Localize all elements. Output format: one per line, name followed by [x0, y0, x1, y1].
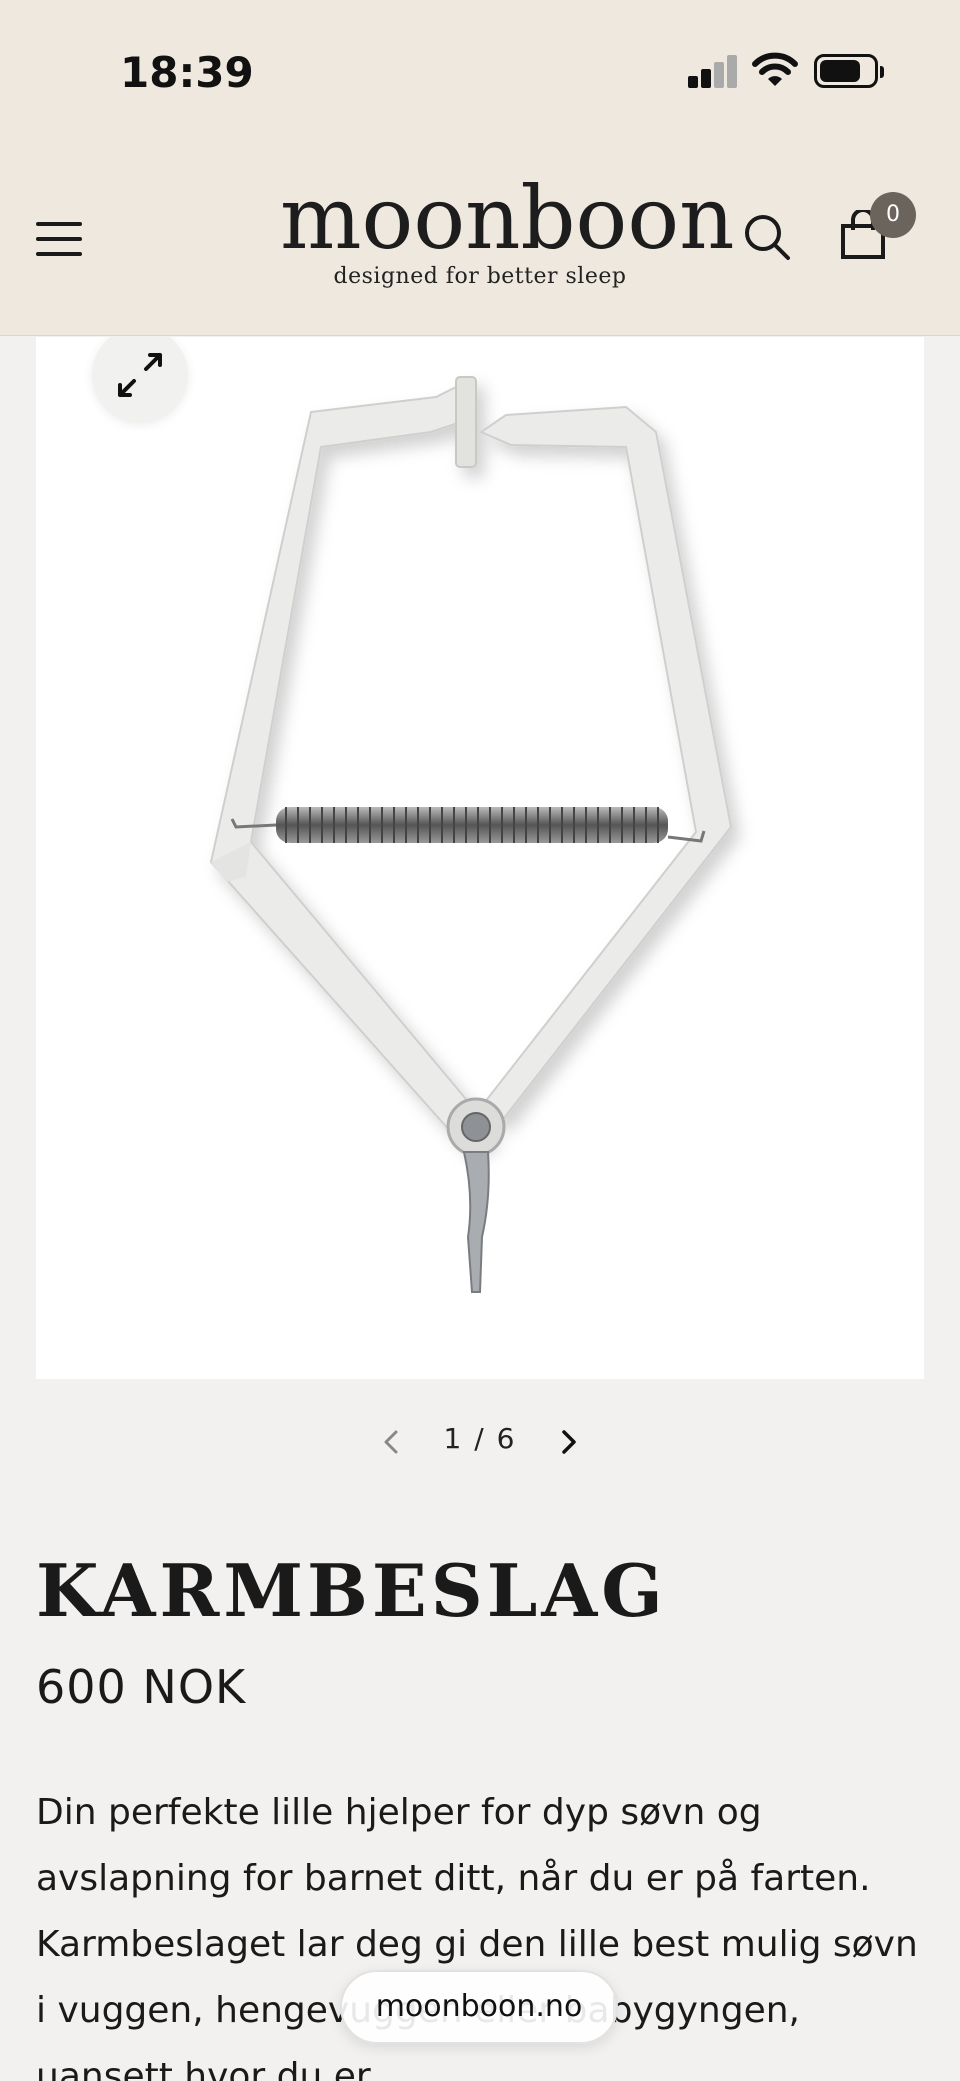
- search-icon[interactable]: [742, 212, 792, 262]
- gallery-total: 6: [496, 1422, 517, 1455]
- battery-icon: [814, 54, 884, 88]
- expand-icon: [118, 353, 162, 397]
- cellular-signal-icon: [688, 54, 738, 88]
- chevron-left-icon[interactable]: [374, 1424, 410, 1460]
- expand-image-button[interactable]: [92, 337, 188, 423]
- product-photo: [209, 376, 733, 1293]
- menu-button[interactable]: [36, 222, 82, 256]
- gallery-pager: 1 / 6: [0, 1420, 960, 1464]
- wifi-icon: [752, 52, 798, 86]
- product-title: KARMBESLAG: [36, 1548, 667, 1633]
- site-header: 18:39 moonboon designed for better sleep…: [0, 0, 960, 336]
- status-time: 18:39: [120, 48, 254, 97]
- chevron-right-icon[interactable]: [550, 1424, 586, 1460]
- gallery-separator: /: [474, 1422, 486, 1455]
- logo-name: moonboon: [280, 169, 735, 269]
- product-image[interactable]: [36, 337, 924, 1379]
- status-bar: 18:39: [0, 0, 960, 140]
- browser-url-bar[interactable]: moonboon.no: [340, 1970, 618, 2044]
- gallery-current: 1: [443, 1422, 464, 1455]
- gallery-page-count: 1 / 6: [430, 1422, 530, 1455]
- cart-count-badge[interactable]: 0: [870, 192, 916, 238]
- logo-tagline: designed for better sleep: [333, 264, 627, 289]
- product-price: 600 NOK: [36, 1660, 247, 1714]
- site-logo[interactable]: moonboon designed for better sleep: [280, 169, 735, 289]
